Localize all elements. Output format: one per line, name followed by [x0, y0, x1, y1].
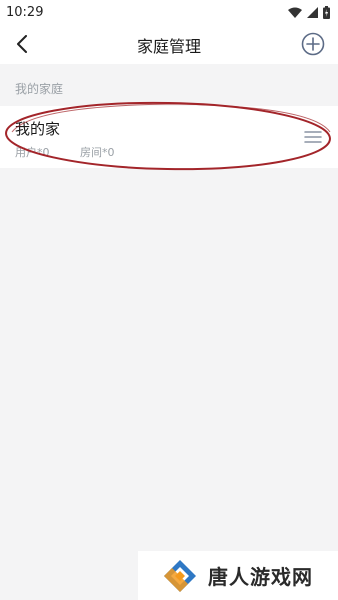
- status-time: 10:29: [6, 4, 44, 20]
- home-room-count: 房间*0: [80, 146, 115, 159]
- page-title: 家庭管理: [136, 37, 201, 56]
- status-bar: 10:29: [0, 0, 338, 24]
- battery-icon: [323, 5, 330, 19]
- status-icons: [288, 5, 330, 19]
- home-user-count: 用户*0: [15, 146, 50, 159]
- signal-icon: [307, 6, 318, 18]
- watermark-text: 唐人游戏网: [208, 565, 313, 589]
- watermark-logo-icon: [164, 559, 196, 592]
- home-name: 我的家: [15, 120, 61, 138]
- plus-circle-icon: [301, 32, 325, 56]
- wifi-icon: [288, 7, 302, 18]
- section-label: 我的家庭: [15, 82, 64, 96]
- watermark: 唐人游戏网: [138, 551, 338, 600]
- drag-handle-icon[interactable]: [304, 130, 322, 144]
- home-list-item[interactable]: 我的家 用户*0 房间*0: [0, 106, 338, 168]
- navbar: 家庭管理: [0, 24, 338, 64]
- add-home-button[interactable]: [300, 31, 326, 57]
